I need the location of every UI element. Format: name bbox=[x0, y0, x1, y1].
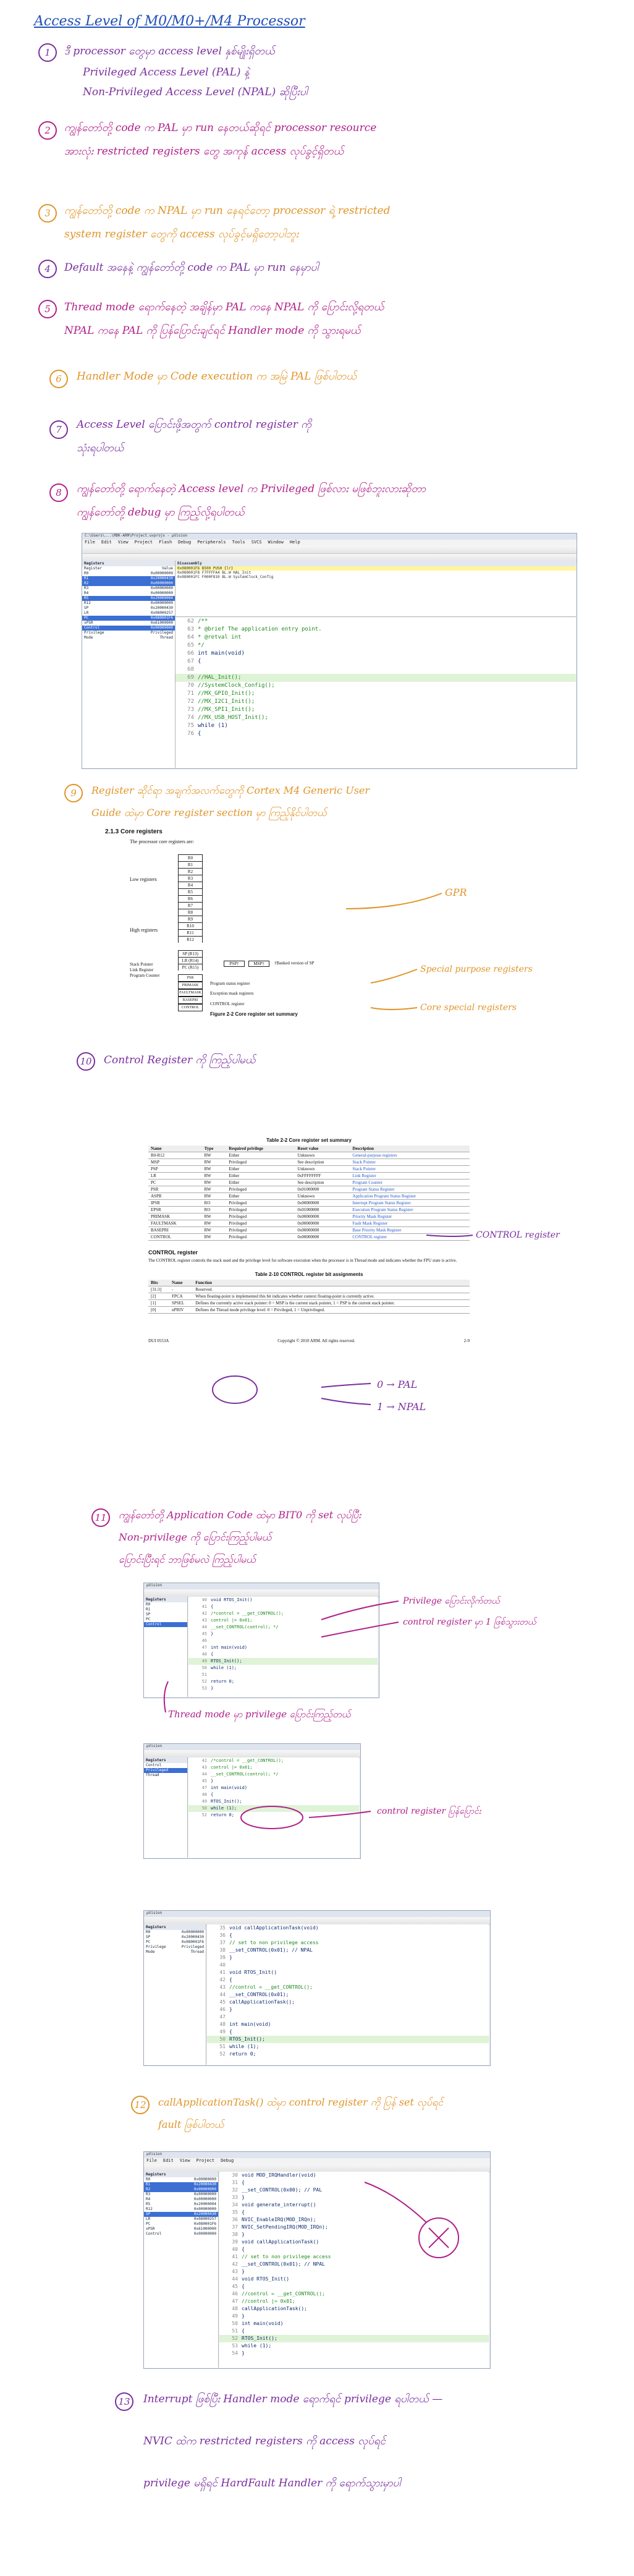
item-number: 13 bbox=[115, 2392, 133, 2411]
item-line: Interrupt ဖြစ်ပြီး Handler mode ရောက်ရင်… bbox=[143, 2393, 443, 2405]
item-line: privilege မရှိရင် HardFault Handler ကို … bbox=[143, 2477, 401, 2489]
item-line: NVIC ထဲက restricted registers ကို access… bbox=[143, 2435, 386, 2447]
annotation-arrows-4 bbox=[364, 2182, 459, 2258]
